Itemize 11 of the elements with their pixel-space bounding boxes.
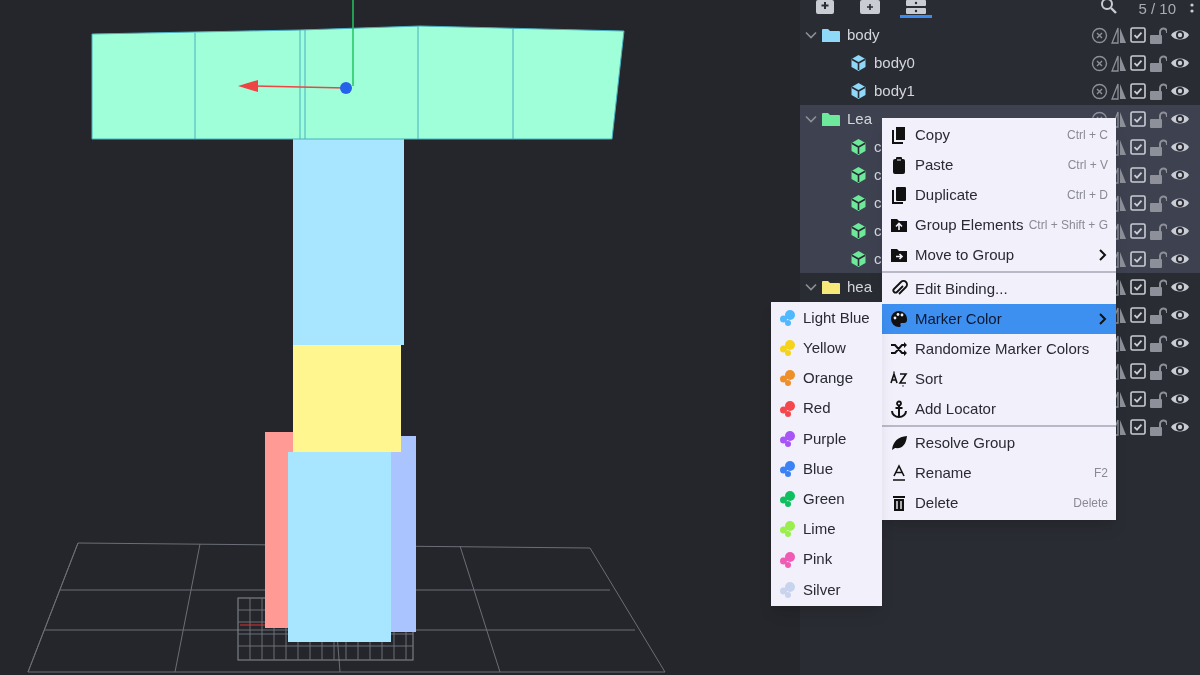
- outliner-item-name: c: [874, 248, 882, 269]
- outliner-item-name: c: [874, 220, 882, 241]
- outliner-item-name: body0: [874, 52, 915, 73]
- outliner-item-name: c: [874, 192, 882, 213]
- outliner-item-name: hea: [847, 276, 873, 297]
- outliner-item-name: c: [874, 136, 882, 157]
- outliner-item-name: body1: [874, 80, 915, 101]
- outliner-item-name: c: [874, 164, 882, 185]
- outliner-item-name: body: [847, 24, 880, 45]
- element-counter: 5 / 10: [1138, 0, 1176, 18]
- outliner-item-name: Lea: [847, 108, 873, 129]
